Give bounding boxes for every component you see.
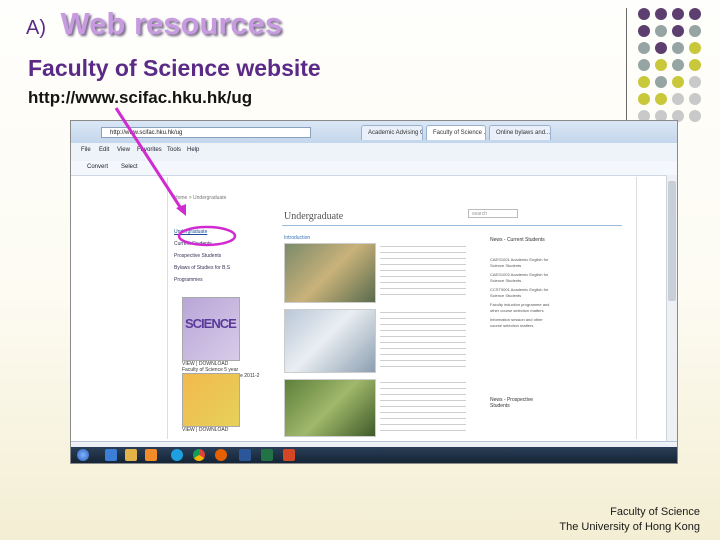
scrollbar-thumb[interactable]	[668, 181, 676, 301]
slide-url[interactable]: http://www.scifac.hku.hk/ug	[28, 88, 252, 108]
start-icon[interactable]	[77, 449, 89, 461]
brochure-science-image[interactable]: SCIENCE	[182, 297, 240, 361]
decorative-dot	[655, 42, 667, 54]
footer-faculty: Faculty of Science	[610, 506, 700, 518]
slide-title: A) Web resources	[26, 6, 282, 42]
decorative-dot	[672, 93, 684, 105]
excel-icon[interactable]	[261, 449, 273, 461]
news-current-heading[interactable]: News - Current Students	[490, 237, 550, 243]
web-page: Home > Undergraduate Undergraduate Curre…	[167, 177, 637, 439]
decorative-dot	[638, 42, 650, 54]
intro-paragraph-3	[380, 379, 466, 435]
decorative-dot	[672, 59, 684, 71]
decorative-dot-grid	[638, 8, 720, 126]
menu-favorites[interactable]: Favorites	[137, 147, 162, 153]
news-list: CAES1001 Academic English for Science St…	[490, 257, 554, 332]
decorative-dot	[689, 59, 701, 71]
field-trip-photo	[284, 379, 376, 437]
heading-divider	[282, 225, 622, 226]
title-prefix: A)	[26, 17, 46, 39]
decorative-dot	[655, 25, 667, 37]
ie-icon[interactable]	[105, 449, 117, 461]
decorative-dot	[672, 25, 684, 37]
decorative-dot	[689, 76, 701, 88]
intro-label: Introduction	[284, 235, 311, 241]
decorative-dot	[672, 8, 684, 20]
slide-subtitle: Faculty of Science website	[28, 55, 321, 81]
students-photo-1	[284, 243, 376, 303]
tab-academic-advising[interactable]: Academic Advising G...	[361, 125, 423, 140]
browser-screenshot: http://www.scifac.hku.hk/ug Academic Adv…	[70, 120, 678, 464]
decorative-dot	[689, 42, 701, 54]
decorative-dot	[672, 42, 684, 54]
side-link-undergraduate[interactable]: Undergraduate	[174, 229, 254, 235]
word-icon[interactable]	[239, 449, 251, 461]
brochure-second-image[interactable]	[182, 373, 240, 427]
decorative-dot	[638, 93, 650, 105]
lab-photo	[284, 309, 376, 373]
side-link-prospective-students[interactable]: Prospective Students	[174, 253, 254, 259]
tab-online-bylaws[interactable]: Online bylaws and...	[489, 125, 551, 140]
breadcrumb[interactable]: Home > Undergraduate	[174, 195, 226, 201]
decorative-dot	[655, 8, 667, 20]
title-main: Web resources	[60, 6, 283, 41]
chrome-icon[interactable]	[193, 449, 205, 461]
vertical-scrollbar[interactable]	[666, 175, 677, 441]
decorative-dot	[655, 59, 667, 71]
media-icon[interactable]	[145, 449, 157, 461]
decorative-dot	[638, 76, 650, 88]
decorative-dot	[689, 25, 701, 37]
decorative-dot	[672, 76, 684, 88]
decorative-dot	[638, 25, 650, 37]
side-navigation: Undergraduate Current Students Prospecti…	[174, 229, 254, 289]
skype-icon[interactable]	[171, 449, 183, 461]
menu-bar: File Edit View Favorites Tools Help	[71, 143, 677, 162]
brochure2-view-download[interactable]: VIEW | DOWNLOAD	[182, 427, 228, 433]
decorative-vertical-line	[626, 8, 627, 120]
footer: Faculty of Science The University of Hon…	[520, 505, 700, 535]
news-item[interactable]: CCST9001 Academic English for Science St…	[490, 287, 554, 299]
decorative-dot	[655, 93, 667, 105]
side-link-bylaws[interactable]: Bylaws of Studies for B.S	[174, 265, 254, 271]
side-link-programmes[interactable]: Programmes	[174, 277, 254, 283]
page-heading: Undergraduate	[284, 211, 344, 222]
firefox-icon[interactable]	[215, 449, 227, 461]
menu-tools[interactable]: Tools	[167, 147, 181, 153]
taskbar	[71, 447, 677, 463]
decorative-dot	[638, 59, 650, 71]
address-bar[interactable]: http://www.scifac.hku.hk/ug	[101, 127, 311, 138]
news-item[interactable]: Faculty induction programme and other co…	[490, 302, 554, 314]
decorative-dot	[689, 93, 701, 105]
powerpoint-icon[interactable]	[283, 449, 295, 461]
news-prospective-heading[interactable]: News - Prospective Students	[490, 397, 550, 409]
command-bar: Convert Select	[71, 161, 677, 176]
browser-tab-bar: http://www.scifac.hku.hk/ug Academic Adv…	[71, 121, 677, 143]
news-item[interactable]: CAES1002 Academic English for Science St…	[490, 272, 554, 284]
footer-university: The University of Hong Kong	[559, 521, 700, 533]
decorative-dot	[689, 110, 701, 122]
menu-help[interactable]: Help	[187, 147, 199, 153]
intro-paragraph-1	[380, 243, 466, 299]
menu-file[interactable]: File	[81, 147, 91, 153]
brochure-word: SCIENCE	[185, 316, 237, 331]
decorative-dot	[689, 8, 701, 20]
decorative-dot	[638, 8, 650, 20]
folder-icon[interactable]	[125, 449, 137, 461]
convert-button[interactable]: Convert	[87, 164, 108, 170]
news-item[interactable]: Information session and other course sel…	[490, 317, 554, 329]
page-search-input[interactable]: search	[468, 209, 518, 218]
decorative-dot	[655, 76, 667, 88]
news-item[interactable]: CAES1001 Academic English for Science St…	[490, 257, 554, 269]
menu-view[interactable]: View	[117, 147, 130, 153]
tab-faculty-of-science[interactable]: Faculty of Science ...	[426, 125, 486, 140]
intro-paragraph-2	[380, 309, 466, 369]
side-link-current-students[interactable]: Current Students	[174, 241, 254, 247]
menu-edit[interactable]: Edit	[99, 147, 109, 153]
select-button[interactable]: Select	[121, 164, 138, 170]
